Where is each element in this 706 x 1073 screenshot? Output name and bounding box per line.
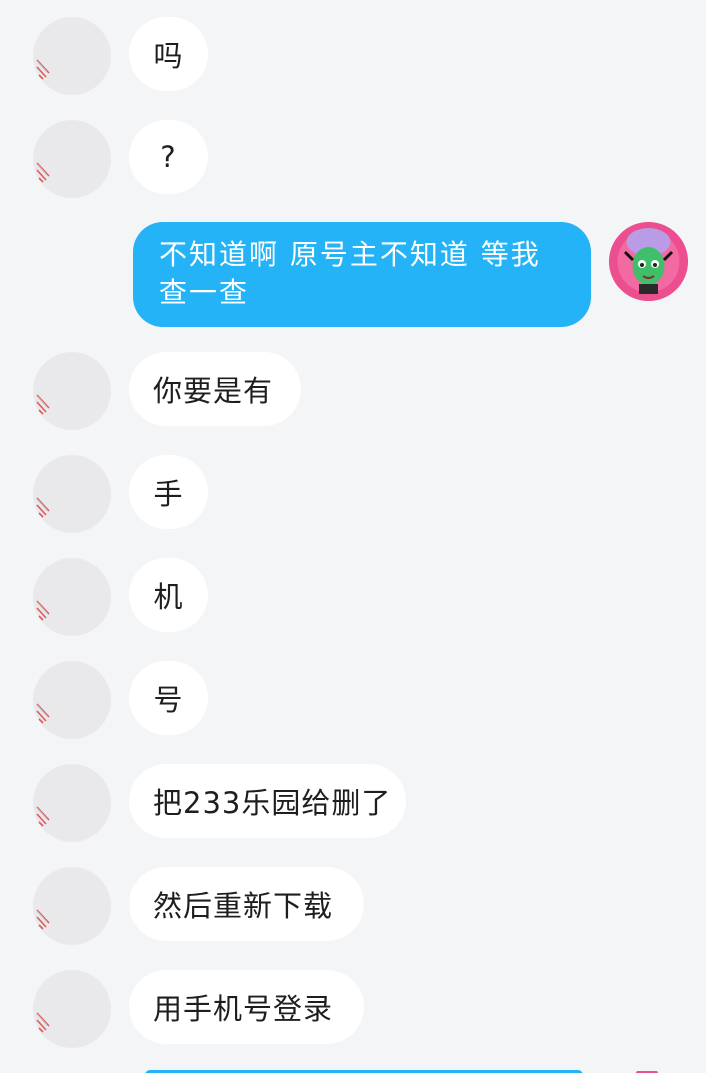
my-message-bubble[interactable]: 不知道啊 原号主不知道 等我查一查 bbox=[133, 222, 591, 327]
message-bubble[interactable]: 你要是有 bbox=[129, 352, 301, 426]
message-text: 号 bbox=[153, 683, 184, 717]
message-text: 手 bbox=[153, 477, 184, 511]
sender-avatar[interactable] bbox=[33, 764, 111, 842]
message-text: 把233乐园给删了 bbox=[153, 786, 392, 820]
message-bubble[interactable]: 机 bbox=[129, 558, 208, 632]
message-text: ? bbox=[160, 140, 177, 174]
message-bubble[interactable]: 然后重新下载 bbox=[129, 867, 364, 941]
message-bubble[interactable]: 号 bbox=[129, 661, 208, 735]
broken-image-icon bbox=[36, 909, 50, 930]
broken-image-icon bbox=[36, 703, 50, 724]
broken-image-icon bbox=[36, 1012, 50, 1033]
sender-avatar[interactable] bbox=[33, 352, 111, 430]
chat-message-list[interactable]: 吗 ? 不知道啊 原号主不知道 等我查一查 你要是有 手 机 号 把233乐园给… bbox=[0, 0, 706, 1073]
message-bubble[interactable]: 把233乐园给删了 bbox=[129, 764, 406, 838]
sender-avatar[interactable] bbox=[33, 17, 111, 95]
sender-avatar[interactable] bbox=[33, 661, 111, 739]
my-avatar[interactable] bbox=[609, 222, 688, 301]
broken-image-icon bbox=[36, 806, 50, 827]
message-bubble[interactable]: 手 bbox=[129, 455, 208, 529]
sender-avatar[interactable] bbox=[33, 867, 111, 945]
message-bubble[interactable]: ? bbox=[129, 120, 208, 194]
message-text: 吗 bbox=[153, 39, 184, 73]
broken-image-icon bbox=[36, 394, 50, 415]
message-text: 然后重新下载 bbox=[153, 889, 334, 923]
message-text: 你要是有 bbox=[153, 374, 274, 408]
broken-image-icon bbox=[36, 497, 50, 518]
message-text: 用手机号登录 bbox=[153, 992, 334, 1026]
sender-avatar[interactable] bbox=[33, 120, 111, 198]
broken-image-icon bbox=[36, 600, 50, 621]
sender-avatar[interactable] bbox=[33, 455, 111, 533]
cartoon-character-avatar-icon bbox=[609, 222, 688, 301]
message-bubble[interactable]: 用手机号登录 bbox=[129, 970, 364, 1044]
sender-avatar[interactable] bbox=[33, 970, 111, 1048]
message-text: 机 bbox=[153, 580, 184, 614]
broken-image-icon bbox=[36, 59, 50, 80]
message-bubble[interactable]: 吗 bbox=[129, 17, 208, 91]
message-text: 不知道啊 原号主不知道 等我查一查 bbox=[159, 238, 541, 309]
sender-avatar[interactable] bbox=[33, 558, 111, 636]
broken-image-icon bbox=[36, 162, 50, 183]
